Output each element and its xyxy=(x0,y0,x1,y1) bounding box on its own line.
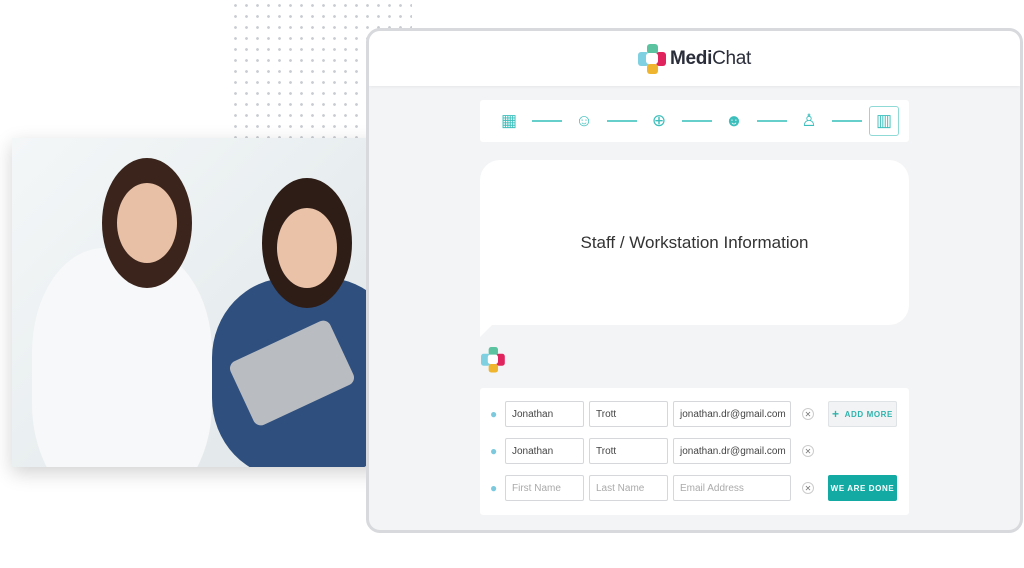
last-name-input[interactable]: Trott xyxy=(589,401,668,427)
doctors-photo xyxy=(12,138,420,467)
nurse-icon[interactable]: ♙ xyxy=(794,106,824,136)
remove-row-icon[interactable]: ✕ xyxy=(802,445,814,457)
staff-form: ● Jonathan Trott jonathan.dr@gmail.com ✕… xyxy=(480,388,909,515)
last-name-input[interactable]: Trott xyxy=(589,438,668,464)
first-name-input[interactable]: First Name xyxy=(505,475,584,501)
email-input[interactable]: jonathan.dr@gmail.com xyxy=(673,401,791,427)
bubble-title: Staff / Workstation Information xyxy=(580,232,809,252)
step-connector xyxy=(756,120,787,122)
email-input[interactable]: Email Address xyxy=(673,475,791,501)
user-icon: ● xyxy=(490,481,498,495)
brand-name: MediChat xyxy=(669,47,752,69)
we-are-done-button[interactable]: WE ARE DONE xyxy=(828,475,897,501)
first-name-input[interactable]: Jonathan xyxy=(505,438,584,464)
support-agent-icon[interactable]: ☻ xyxy=(719,106,749,136)
step-connector xyxy=(681,120,712,122)
chat-bubble: Staff / Workstation Information xyxy=(480,160,909,325)
staff-row: ● Jonathan Trott jonathan.dr@gmail.com ✕ xyxy=(490,401,814,427)
staff-row: ● First Name Last Name Email Address ✕ xyxy=(490,475,814,501)
step-connector xyxy=(831,120,862,122)
email-input[interactable]: jonathan.dr@gmail.com xyxy=(673,438,791,464)
medichat-logo xyxy=(637,43,666,74)
last-name-input[interactable]: Last Name xyxy=(589,475,668,501)
progress-stepper: ▦ ☺ ⊕ ☻ ♙ ▥ xyxy=(480,100,909,142)
user-icon: ● xyxy=(490,444,498,458)
remove-row-icon[interactable]: ✕ xyxy=(802,482,814,494)
staff-row: ● Jonathan Trott jonathan.dr@gmail.com ✕ xyxy=(490,438,814,464)
add-more-button[interactable]: + ADD MORE xyxy=(828,401,897,427)
building-icon[interactable]: ▥ xyxy=(869,106,899,136)
bubble-tail xyxy=(480,323,494,337)
app-window: MediChat ▦ ☺ ⊕ ☻ ♙ ▥ Staff / Workstation… xyxy=(366,28,1023,533)
user-icon: ● xyxy=(490,407,498,421)
doctor-icon[interactable]: ☺ xyxy=(569,106,599,136)
hospital-icon[interactable]: ▦ xyxy=(494,106,524,136)
bot-avatar-logo xyxy=(481,347,505,373)
step-connector xyxy=(606,120,637,122)
plus-icon: + xyxy=(832,407,840,421)
location-globe-icon[interactable]: ⊕ xyxy=(644,106,674,136)
remove-row-icon[interactable]: ✕ xyxy=(802,408,814,420)
header: MediChat xyxy=(369,31,1020,86)
first-name-input[interactable]: Jonathan xyxy=(505,401,584,427)
step-connector xyxy=(531,120,562,122)
